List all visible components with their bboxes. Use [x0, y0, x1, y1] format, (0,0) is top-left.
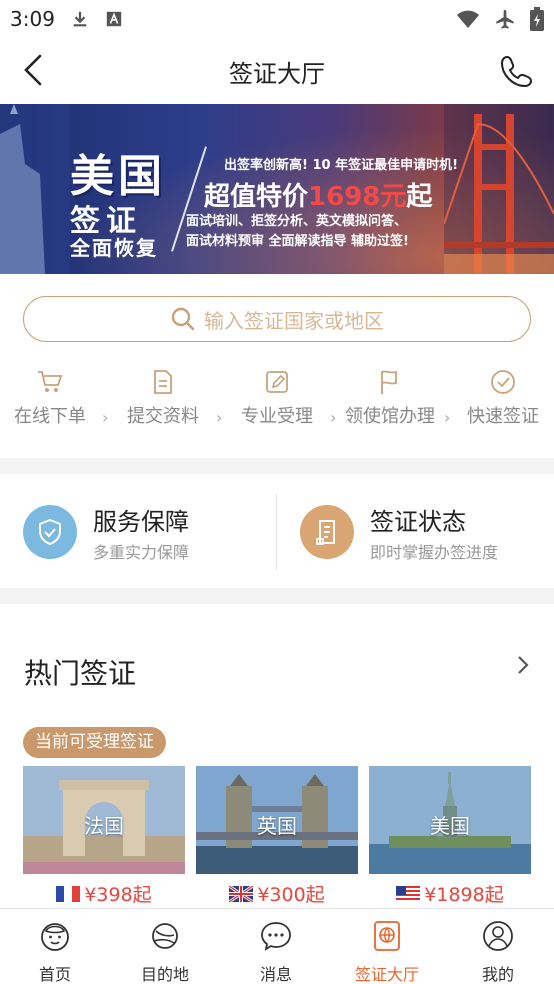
service-guarantee-text: 服务保障 多重实力保障 — [93, 502, 189, 563]
bottom-tab-bar: 首页 目的地 消息 签证大厅 我的 — [0, 908, 554, 984]
banner-price-prefix: 超值特价 — [204, 182, 309, 212]
visa-card-uk[interactable]: 英国 — [196, 766, 358, 874]
chevron-right-icon: › — [330, 408, 337, 427]
cart-icon — [38, 371, 63, 392]
airplane-mode-icon — [496, 9, 514, 29]
tab-label: 消息 — [259, 965, 292, 984]
chevron-right-icon: › — [444, 408, 451, 427]
service-guarantee-badge — [23, 505, 77, 559]
chat-bubble-icon — [261, 922, 291, 951]
visa-price-usa: ¥1898起 — [369, 880, 531, 907]
wifi-icon — [457, 10, 479, 28]
back-arrow-icon[interactable] — [18, 52, 50, 88]
app-notification-icon — [106, 11, 122, 27]
section-divider — [0, 588, 554, 604]
search-input[interactable]: 输入签证国家或地区 — [23, 296, 531, 342]
page-title: 签证大厅 — [229, 59, 325, 88]
service-subtitle: 即时掌握办签进度 — [370, 542, 499, 562]
visa-card-country: 美国 — [430, 814, 470, 838]
promo-banner[interactable]: 美国 签证 全面恢复 出签率创新高! 10 年签证最佳申请时机! 超值特价169… — [0, 104, 554, 274]
visa-status-card[interactable]: 签证状态 即时掌握办签进度 — [300, 490, 498, 574]
available-visa-tag: 当前可受理签证 — [23, 727, 166, 758]
visa-price-france: ¥398起 — [23, 880, 185, 907]
step-label: 在线下单 — [14, 406, 86, 427]
flag-icon — [381, 370, 397, 394]
step-fast-visa: 快速签证 — [462, 368, 544, 428]
visa-card-country: 英国 — [257, 814, 297, 838]
visa-status-text: 签证状态 即时掌握办签进度 — [370, 502, 498, 563]
service-title: 服务保障 — [93, 507, 189, 536]
service-title: 签证状态 — [370, 507, 466, 536]
visa-card-usa[interactable]: 美国 — [369, 766, 531, 874]
search-placeholder: 输入签证国家或地区 — [204, 308, 384, 333]
step-professional-handling: 专业受理 — [237, 368, 317, 428]
banner-headline: 美国 — [70, 151, 166, 202]
shield-icon — [39, 518, 61, 546]
service-guarantee-card[interactable]: 服务保障 多重实力保障 — [23, 490, 189, 574]
step-label: 专业受理 — [241, 406, 313, 427]
visa-status-badge — [300, 505, 354, 559]
face-home-icon — [41, 923, 69, 951]
document-icon — [154, 370, 172, 394]
visa-price-uk: ¥300起 — [196, 880, 358, 907]
phone-icon[interactable] — [500, 54, 534, 88]
visa-globe-icon — [374, 921, 400, 951]
visa-card-france[interactable]: 法国 — [23, 766, 185, 874]
vertical-divider — [276, 494, 277, 570]
banner-price-value: 1698元 — [308, 182, 407, 212]
uk-flag-icon — [229, 885, 254, 902]
user-icon — [483, 921, 513, 951]
tab-label: 我的 — [481, 965, 514, 984]
step-submit-docs: 提交资料 — [123, 368, 203, 428]
document-icon — [316, 520, 335, 545]
status-time: 3:09 — [10, 7, 55, 31]
download-icon — [73, 11, 87, 27]
tab-profile[interactable]: 我的 — [443, 919, 553, 984]
step-consulate-processing: 领使馆办理 — [340, 368, 440, 428]
visa-process-steps: 在线下单 › 提交资料 › 专业受理 › 领使馆办理 › 快速签证 — [0, 368, 554, 432]
visa-price: ¥1898起 — [424, 884, 504, 906]
tab-label: 目的地 — [140, 965, 189, 984]
visa-price: ¥398起 — [84, 884, 152, 906]
edit-icon — [266, 371, 288, 393]
banner-description-2: 面试材料预审 全面解读指导 辅助过签! — [186, 234, 409, 249]
chevron-right-icon[interactable] — [516, 654, 530, 676]
service-subtitle: 多重实力保障 — [93, 542, 190, 562]
step-label: 快速签证 — [467, 406, 539, 427]
golden-gate-bridge-image — [444, 104, 554, 274]
banner-description-1: 面试培训、拒签分析、英文模拟问答、 — [186, 214, 408, 229]
usa-flag-icon — [396, 885, 421, 902]
tab-visa-hall[interactable]: 签证大厅 — [332, 919, 442, 984]
search-icon — [171, 307, 195, 331]
chevron-right-icon: › — [102, 408, 109, 427]
banner-headline-3: 全面恢复 — [70, 236, 158, 260]
section-title: 热门签证 — [24, 657, 137, 690]
chevron-right-icon: › — [216, 408, 223, 427]
nav-bar: 签证大厅 — [0, 38, 554, 104]
banner-price: 超值特价1698元起 — [204, 176, 432, 213]
status-bar: 3:09 — [0, 0, 554, 38]
tab-home[interactable]: 首页 — [0, 919, 110, 984]
step-label: 领使馆办理 — [345, 406, 435, 427]
battery-icon — [530, 7, 544, 31]
visa-price: ¥300起 — [257, 884, 325, 906]
tab-messages[interactable]: 消息 — [221, 919, 331, 984]
banner-price-suffix: 起 — [406, 182, 433, 212]
tab-label: 首页 — [38, 965, 71, 984]
step-order-online: 在线下单 — [10, 368, 90, 428]
section-divider — [0, 458, 554, 474]
tab-label: 签证大厅 — [354, 965, 419, 984]
visa-card-country: 法国 — [84, 814, 124, 838]
france-flag-icon — [56, 885, 81, 902]
planet-icon — [152, 923, 178, 949]
banner-subtitle: 出签率创新高! 10 年签证最佳申请时机! — [224, 158, 459, 173]
step-label: 提交资料 — [127, 406, 199, 427]
statue-of-liberty-image — [0, 104, 70, 274]
check-circle-icon — [491, 370, 515, 394]
tab-destination[interactable]: 目的地 — [110, 919, 220, 984]
